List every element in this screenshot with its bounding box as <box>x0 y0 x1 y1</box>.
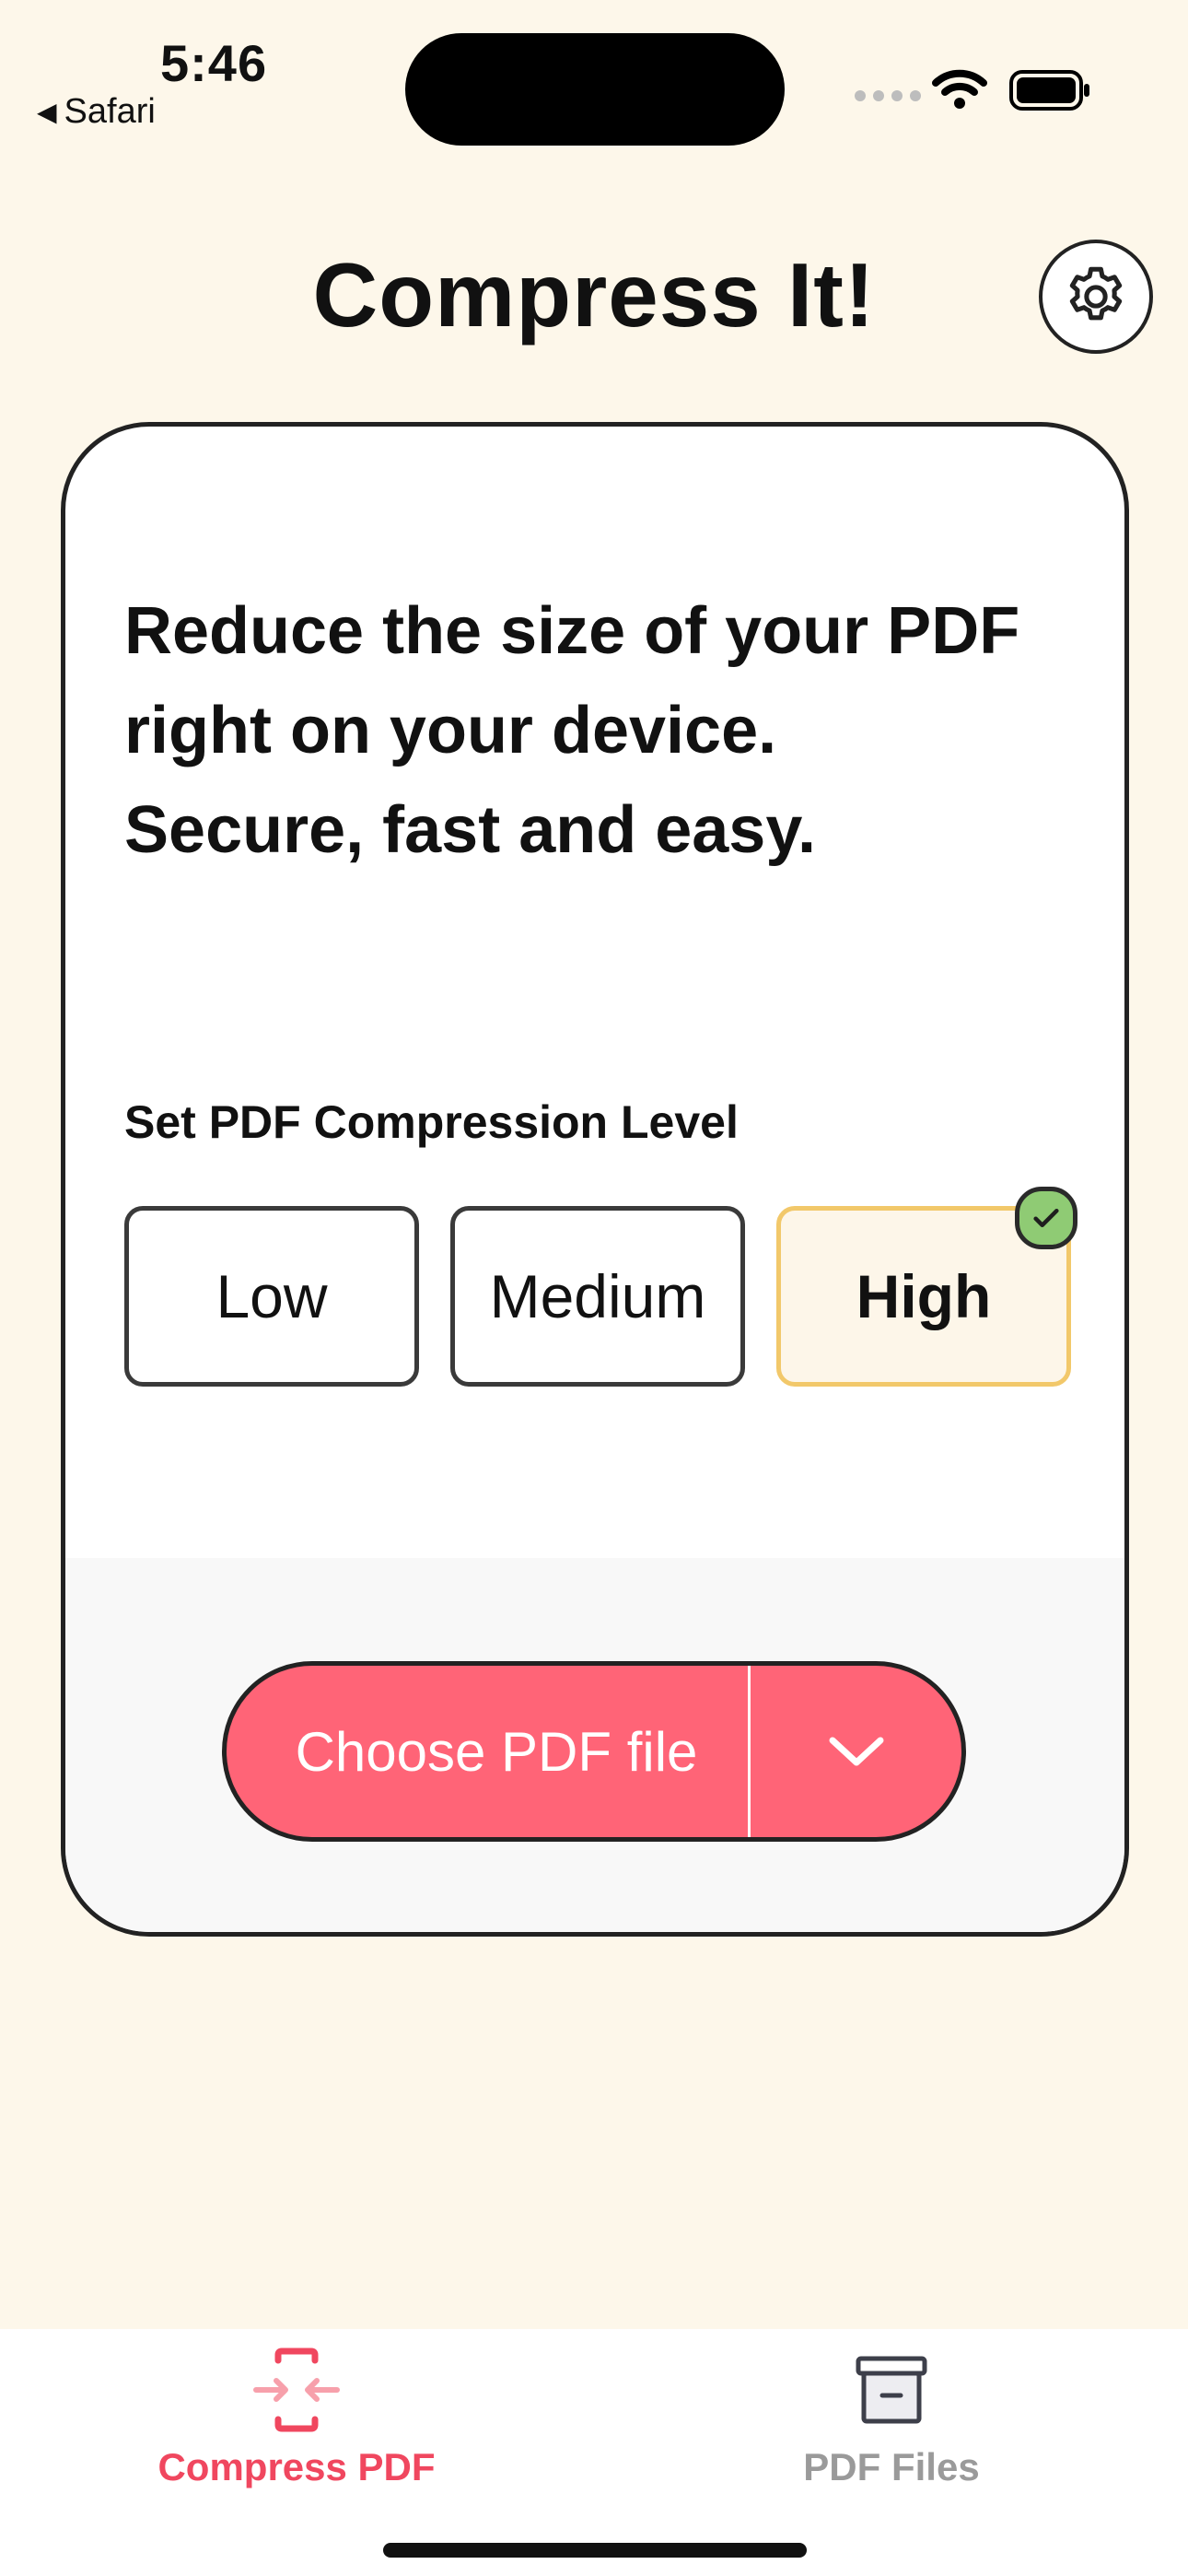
wifi-icon <box>932 69 987 109</box>
gear-icon <box>1069 266 1123 321</box>
description-line: Reduce the size of your PDF <box>124 594 1020 668</box>
compression-level-label: Set PDF Compression Level <box>124 1096 739 1148</box>
compress-card: Reduce the size of your PDF right on you… <box>61 422 1129 1937</box>
battery-icon <box>1009 70 1089 111</box>
description-text: Reduce the size of your PDF right on you… <box>124 581 1101 880</box>
checkmark-icon <box>1015 1187 1077 1249</box>
choose-pdf-split-button: Choose PDF file <box>222 1661 966 1842</box>
settings-button[interactable] <box>1039 240 1153 354</box>
level-medium-button[interactable]: Medium <box>450 1206 745 1387</box>
tab-label: Compress PDF <box>157 2445 436 2488</box>
level-high-button[interactable]: High <box>776 1187 1077 1387</box>
tab-label: PDF Files <box>803 2445 980 2488</box>
page-title: Compress It! <box>312 244 876 345</box>
dynamic-island <box>405 33 785 146</box>
compress-icon <box>253 2348 340 2432</box>
archive-box-icon <box>856 2356 927 2424</box>
status-time: 5:46 <box>160 34 268 92</box>
choose-pdf-button[interactable]: Choose PDF file <box>227 1666 748 1837</box>
back-arrow-icon: ◀ <box>37 98 57 126</box>
description-line: Secure, fast and easy. <box>124 793 817 867</box>
chevron-down-icon <box>829 1737 883 1766</box>
cellular-signal-icon <box>855 90 921 101</box>
level-label: Low <box>215 1262 328 1330</box>
level-label: Medium <box>489 1262 706 1330</box>
tab-bar: Compress PDF PDF Files <box>0 2329 1188 2576</box>
tab-compress-pdf[interactable]: Compress PDF <box>112 2329 481 2489</box>
compression-level-options: Low Medium High <box>124 1187 1077 1387</box>
home-indicator <box>383 2543 807 2558</box>
tab-pdf-files[interactable]: PDF Files <box>707 2329 1076 2489</box>
level-label: High <box>856 1262 992 1330</box>
back-to-safari-link[interactable]: ◀ Safari <box>37 92 156 132</box>
choose-pdf-label: Choose PDF file <box>295 1720 698 1783</box>
level-low-button[interactable]: Low <box>124 1206 419 1387</box>
choose-source-dropdown[interactable] <box>751 1666 961 1837</box>
back-app-label: Safari <box>64 92 156 131</box>
description-line: right on your device. <box>124 694 777 767</box>
